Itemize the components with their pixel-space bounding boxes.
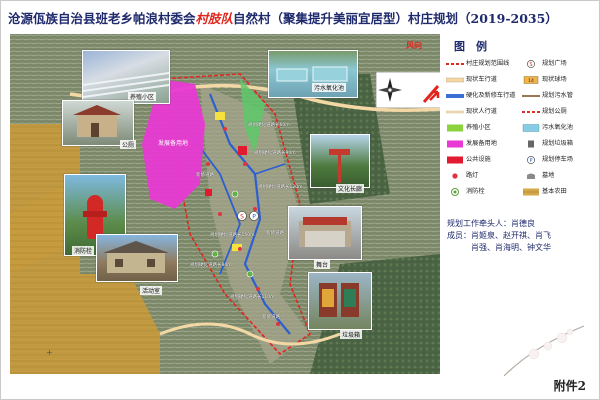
legend-item-label: 消防栓 [466, 188, 485, 195]
pond-label: 污水氧化池 [312, 83, 347, 92]
wind-direction-label: 风向 [406, 41, 422, 50]
thin-beige-icon [445, 108, 465, 116]
legend-item-label: 硬化及新修车行道 [466, 92, 516, 99]
road-note-e: 新修道路 [196, 173, 214, 178]
magenta-block-icon [446, 140, 464, 148]
legend-item-label: 墓地 [542, 172, 555, 179]
legend-item-label: 现状球场 [542, 76, 567, 83]
signpost-label: 文化长廊 [336, 184, 365, 193]
svg-text:P: P [252, 214, 256, 221]
road-note-d: 规划硬化道路长150m [210, 233, 255, 238]
legend-item-label: 规划公厕 [542, 108, 567, 115]
circle-s-icon: S [522, 60, 540, 68]
blossom-decoration-icon [504, 325, 584, 376]
legend-item-label: 规划垃圾箱 [542, 140, 573, 147]
planners-block: 规划工作牵头人：肖德良 成员：肖姬泉、赵开祺、肖飞 肖强、肖海明、钟文华 [447, 218, 592, 254]
red-dashed-line-icon [522, 108, 540, 116]
grave-icon [522, 172, 540, 180]
legend-item-label: 规划广场 [542, 60, 567, 67]
road-note-f: 新修道路 [266, 231, 284, 236]
title-village-name: 村肢队 [195, 11, 234, 26]
bins-photo [308, 272, 372, 330]
farmland-icon [522, 188, 540, 196]
bin-icon [522, 140, 540, 148]
legend-item-label: 基本农田 [542, 188, 567, 195]
members-line1: 肖姬泉、赵开祺、肖飞 [471, 231, 551, 240]
legend-item-label: 污水氧化池 [542, 124, 573, 131]
legend-title: 图 例 [454, 40, 487, 53]
legend-item-label: 发展备用地 [466, 140, 497, 147]
magenta-area-label: 发展备用地 [158, 140, 189, 147]
lead-name: 肖德良 [511, 219, 535, 228]
red-block-icon [446, 156, 464, 164]
road-note-i: 新修道路 [262, 315, 280, 320]
members-label: 成员： [447, 231, 471, 240]
legend-item-label: 现状车行道 [466, 76, 497, 83]
signpost-photo [310, 134, 370, 188]
legend-item-label: 现状人行道 [466, 108, 497, 115]
svg-text:S: S [529, 62, 532, 68]
crosshair-mark: + [46, 348, 53, 357]
road-note-b: 规划硬化道路长90m [254, 151, 296, 156]
map-title: 沧源佤族自治县班老乡帕浪村委会村肢队自然村（聚集提升美丽宜居型）村庄规划（201… [8, 8, 588, 30]
red-dashed-line-icon [446, 60, 464, 68]
legend-item-label: 规划停车场 [542, 156, 573, 163]
lamp-icon [446, 172, 464, 180]
road-note-a: 规划硬化道路长60m [248, 123, 290, 128]
blue-band-icon [446, 92, 464, 100]
beige-band-icon [445, 76, 465, 84]
title-suffix: 自然村（聚集提升美丽宜居型）村庄规划（2019-2035） [233, 11, 558, 26]
stage-photo [288, 206, 362, 260]
village-plan-map: S P 养殖小区 污水氧化池 公厕 消防栓 活动室 文化长廊 舞台 垃圾箱 发展… [10, 34, 440, 374]
lime-block-icon [446, 124, 464, 132]
road-note-h: 规划硬化道路长110m [230, 295, 275, 300]
legend-item-label: 规划污水管 [542, 92, 573, 99]
title-prefix: 沧源佤族自治县班老乡帕浪村委会 [8, 11, 196, 26]
house-photo [96, 234, 178, 282]
circle-p-icon: P [522, 156, 540, 164]
bins-label: 垃圾箱 [340, 330, 363, 339]
house-label: 活动室 [140, 286, 163, 295]
field-icon: 14 [522, 76, 540, 84]
pool-icon [522, 124, 540, 132]
legend-item-label: 养殖小区 [466, 124, 491, 131]
toilet-label: 公厕 [120, 140, 137, 149]
greenhouse-photo [82, 50, 170, 104]
road-note-c: 规划硬化道路长120m [258, 185, 303, 190]
svg-text:S: S [240, 214, 244, 221]
hydrant-icon [446, 188, 464, 196]
hydrant-label: 消防栓 [72, 246, 95, 255]
stage-label: 舞台 [314, 260, 331, 269]
attachment-label: 附件2 [553, 379, 586, 393]
lead-label: 规划工作牵头人： [447, 219, 511, 228]
compass-rose [375, 71, 440, 109]
legend-item-label: 公共设施 [466, 156, 491, 163]
legend-item-label: 路灯 [466, 172, 479, 179]
svg-text:14: 14 [528, 78, 534, 84]
compass-icon [375, 71, 440, 109]
svg-text:P: P [529, 158, 532, 164]
members-line2: 肖强、肖海明、钟文华 [471, 243, 551, 252]
brown-line-icon [522, 92, 540, 100]
road-note-g: 规划硬化道路长80m [190, 263, 232, 268]
legend-item-label: 村庄规划范围线 [466, 60, 510, 67]
